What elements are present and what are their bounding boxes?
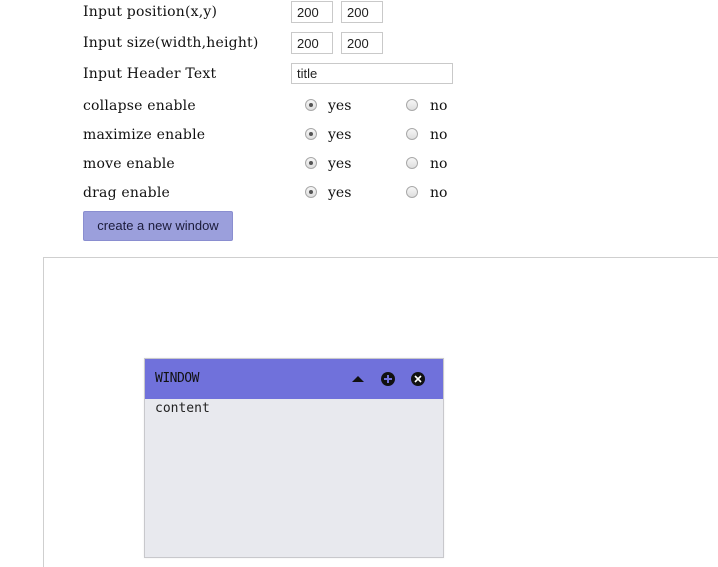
option-row-collapse: collapse enable yes no — [83, 95, 503, 117]
option-label: collapse enable — [83, 98, 196, 114]
option-label: move enable — [83, 156, 175, 172]
size-row: Input size(width,height) — [83, 32, 503, 54]
close-icon[interactable] — [410, 371, 426, 387]
move-no-radio[interactable] — [406, 157, 418, 169]
option-row-maximize: maximize enable yes no — [83, 124, 503, 146]
option-row-move: move enable yes no — [83, 153, 503, 175]
size-label: Input size(width,height) — [83, 35, 259, 51]
position-label: Input position(x,y) — [83, 4, 218, 20]
position-y-input[interactable] — [341, 1, 383, 23]
window-panel[interactable]: WINDOW content — [144, 358, 444, 558]
drag-no-radio[interactable] — [406, 186, 418, 198]
header-text-label: Input Header Text — [83, 66, 217, 82]
radio-yes-label: yes — [328, 185, 352, 201]
window-title: WINDOW — [155, 371, 199, 386]
size-height-input[interactable] — [341, 32, 383, 54]
maximize-icon[interactable] — [380, 371, 396, 387]
maximize-yes-radio[interactable] — [305, 128, 317, 140]
header-text-row: Input Header Text — [83, 63, 503, 85]
radio-yes-label: yes — [328, 127, 352, 143]
drag-yes-radio[interactable] — [305, 186, 317, 198]
window-content: content — [155, 401, 210, 416]
collapse-no-radio[interactable] — [406, 99, 418, 111]
radio-no-label: no — [430, 156, 448, 172]
radio-yes-label: yes — [328, 156, 352, 172]
radio-no-label: no — [430, 185, 448, 201]
maximize-no-radio[interactable] — [406, 128, 418, 140]
radio-no-label: no — [430, 127, 448, 143]
collapse-icon[interactable] — [350, 371, 366, 387]
window-header[interactable]: WINDOW — [145, 359, 443, 399]
collapse-yes-radio[interactable] — [305, 99, 317, 111]
radio-no-label: no — [430, 98, 448, 114]
header-text-input[interactable] — [291, 63, 453, 84]
position-row: Input position(x,y) — [83, 1, 503, 23]
option-label: drag enable — [83, 185, 170, 201]
option-row-drag: drag enable yes no — [83, 182, 503, 204]
position-x-input[interactable] — [291, 1, 333, 23]
size-width-input[interactable] — [291, 32, 333, 54]
option-label: maximize enable — [83, 127, 206, 143]
move-yes-radio[interactable] — [305, 157, 317, 169]
radio-yes-label: yes — [328, 98, 352, 114]
create-window-button[interactable]: create a new window — [83, 211, 233, 241]
